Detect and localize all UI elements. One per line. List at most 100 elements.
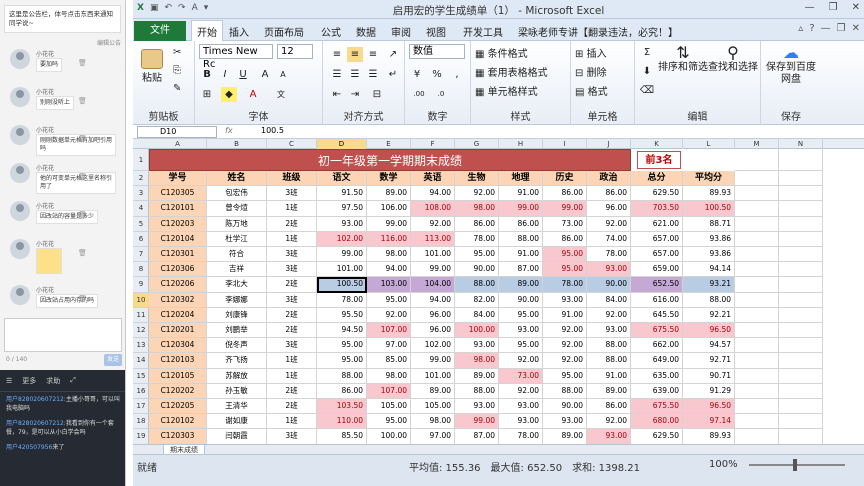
empty-cell[interactable] (779, 247, 823, 263)
empty-cell[interactable] (735, 323, 779, 339)
table-cell[interactable]: 629.50 (631, 186, 683, 202)
empty-cell[interactable] (779, 201, 823, 217)
row-header[interactable]: 12 (133, 323, 149, 339)
find-select-button[interactable]: ⚲ 查找和选择 (707, 45, 759, 74)
row-header[interactable]: 13 (133, 338, 149, 354)
table-cell[interactable]: 93.00 (499, 399, 543, 415)
table-cell[interactable]: 99.00 (367, 216, 411, 232)
column-title[interactable]: 姓名 (207, 171, 267, 187)
table-cell[interactable]: 93.00 (587, 323, 631, 339)
delete-icon[interactable]: 🗑 (78, 59, 87, 67)
table-cell[interactable]: 99.00 (455, 414, 499, 430)
row-header[interactable]: 19 (133, 429, 149, 445)
table-cell[interactable]: 李娜娜 (207, 292, 267, 308)
table-cell[interactable]: 2班 (267, 323, 317, 339)
table-cell[interactable]: 97.50 (317, 201, 367, 217)
empty-cell[interactable] (735, 292, 779, 308)
table-cell[interactable]: C120304 (149, 338, 207, 354)
empty-cell[interactable] (779, 383, 823, 399)
column-header[interactable]: L (683, 139, 735, 149)
row-header[interactable]: 3 (133, 186, 149, 202)
table-cell[interactable]: 刘康锋 (207, 307, 267, 323)
table-cell[interactable]: 89.00 (455, 368, 499, 384)
table-cell[interactable]: 98.00 (367, 368, 411, 384)
delete-icon[interactable]: 🗑 (78, 295, 87, 303)
font-color-icon2[interactable]: A (245, 87, 261, 102)
table-cell[interactable]: 刘鹏举 (207, 323, 267, 339)
table-cell[interactable]: 89.00 (587, 383, 631, 399)
table-cell[interactable]: 93.00 (587, 262, 631, 278)
table-cell[interactable]: 92.00 (587, 216, 631, 232)
row-header[interactable]: 2 (133, 171, 149, 187)
table-cell[interactable]: 88.00 (587, 338, 631, 354)
table-cell[interactable]: 陈万地 (207, 216, 267, 232)
number-format-dropdown[interactable]: 数值 (409, 44, 465, 59)
column-header[interactable]: H (499, 139, 543, 149)
cell-style-button[interactable]: ▦ 单元格样式 (475, 83, 538, 98)
table-cell[interactable]: 98.00 (455, 201, 499, 217)
table-cell[interactable]: 98.00 (367, 247, 411, 263)
table-cell[interactable]: 90.00 (543, 399, 587, 415)
table-cell[interactable]: 645.50 (631, 307, 683, 323)
table-cell[interactable]: 符合 (207, 247, 267, 263)
table-cell[interactable]: 93.86 (683, 231, 735, 247)
table-cell[interactable]: 84.00 (587, 292, 631, 308)
table-cell[interactable]: 86.00 (499, 216, 543, 232)
doc-close-icon[interactable]: ✕ (852, 23, 860, 34)
table-cell[interactable]: 王清华 (207, 399, 267, 415)
delete-icon[interactable]: 🗑 (78, 249, 87, 257)
table-cell[interactable]: 616.00 (631, 292, 683, 308)
tab-view[interactable]: 视图 (426, 24, 446, 39)
empty-cell[interactable] (735, 277, 779, 293)
row-header[interactable]: 5 (133, 217, 149, 232)
zoom-slider-thumb[interactable] (793, 459, 797, 471)
empty-cell[interactable] (779, 149, 823, 171)
empty-cell[interactable] (735, 429, 779, 444)
fill-color-icon[interactable]: ◆ (221, 87, 237, 102)
decrease-decimal-icon[interactable]: .0 (433, 87, 449, 102)
format-cells-button[interactable]: ▤ 格式 (575, 83, 608, 98)
empty-cell[interactable] (779, 216, 823, 232)
row-header[interactable]: 8 (133, 262, 149, 278)
table-cell[interactable]: 88.00 (455, 383, 499, 399)
table-cell[interactable]: C120303 (149, 429, 207, 444)
table-cell[interactable]: 97.00 (411, 429, 455, 444)
live-user[interactable]: 用户828020607212: (6, 420, 66, 427)
maximize-icon[interactable]: ❐ (829, 2, 838, 13)
column-title[interactable]: 班级 (267, 171, 317, 187)
table-cell[interactable]: 1班 (267, 368, 317, 384)
table-cell[interactable]: 91.50 (317, 186, 367, 202)
fill-icon[interactable]: ⬇ (639, 64, 655, 79)
table-cell[interactable]: 1班 (267, 414, 317, 430)
table-cell[interactable]: 2班 (267, 277, 317, 293)
column-header[interactable]: C (267, 139, 317, 149)
doc-minimize-icon[interactable]: — (821, 23, 831, 34)
table-cell[interactable]: 孙玉敏 (207, 383, 267, 399)
border-icon[interactable]: ⊞ (199, 87, 215, 102)
row-header[interactable]: 4 (133, 201, 149, 217)
align-top-icon[interactable]: ≡ (329, 47, 345, 62)
column-header[interactable]: K (631, 139, 683, 149)
table-cell[interactable]: 92.00 (543, 323, 587, 339)
empty-cell[interactable] (735, 338, 779, 354)
table-cell[interactable]: 93.00 (455, 399, 499, 415)
phonetic-icon[interactable]: 文 (273, 87, 289, 102)
table-cell[interactable]: 657.00 (631, 231, 683, 247)
formula-input[interactable]: 100.5 (261, 126, 284, 135)
avatar[interactable] (10, 239, 30, 259)
table-cell[interactable]: 91.00 (499, 186, 543, 202)
sheet-title[interactable]: 初一年级第一学期期末成绩 (149, 149, 631, 171)
table-cell[interactable]: C120203 (149, 216, 207, 232)
row-header[interactable]: 6 (133, 232, 149, 247)
expand-icon[interactable]: ⤢ (70, 376, 76, 385)
row-header[interactable]: 17 (133, 399, 149, 415)
table-cell[interactable]: 659.00 (631, 262, 683, 278)
table-cell[interactable]: 93.00 (587, 429, 631, 444)
table-cell[interactable]: 99.00 (317, 247, 367, 263)
empty-cell[interactable] (779, 323, 823, 339)
table-cell[interactable]: 2班 (267, 307, 317, 323)
table-cell[interactable]: 84.00 (455, 307, 499, 323)
table-cell[interactable]: C120104 (149, 231, 207, 247)
table-cell[interactable]: 100.00 (367, 429, 411, 444)
conditional-format-button[interactable]: ▦ 条件格式 (475, 45, 528, 60)
